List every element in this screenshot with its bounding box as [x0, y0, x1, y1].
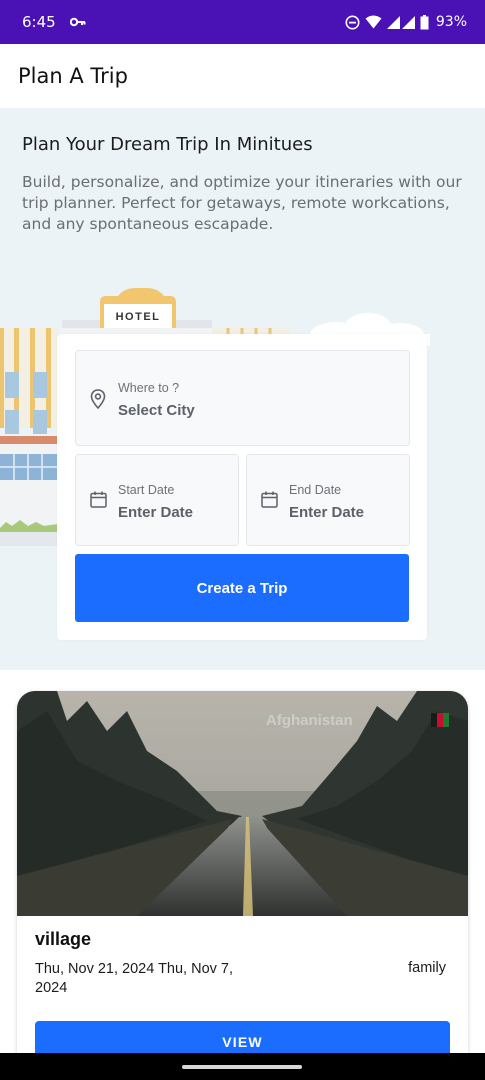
trip-country-label: Afghanistan: [266, 712, 353, 729]
trip-name: village: [35, 929, 92, 949]
create-trip-button[interactable]: Create a Trip: [75, 554, 409, 622]
home-gesture-handle[interactable]: [182, 1065, 302, 1069]
page-title: Plan A Trip: [18, 64, 128, 88]
city-field-label: Where to ?: [118, 381, 180, 395]
start-date-field[interactable]: Start Date Enter Date: [75, 454, 239, 546]
calendar-icon: [90, 491, 107, 513]
trip-cover-image: [17, 691, 468, 916]
hotel-sign-text: HOTEL: [116, 311, 161, 323]
trip-card[interactable]: Afghanistan village Thu, Nov 21, 2024 Th…: [17, 691, 468, 1080]
dnd-icon: [345, 15, 360, 30]
end-date-value: Enter Date: [289, 504, 365, 521]
status-time: 6:45: [22, 13, 56, 31]
battery-percent: 93%: [435, 14, 467, 30]
calendar-icon: [261, 491, 278, 513]
app-bar: Plan A Trip: [0, 44, 485, 108]
start-date-value: Enter Date: [118, 504, 194, 521]
city-field-value: Select City: [118, 402, 195, 419]
location-pin-icon: [90, 389, 106, 414]
hero-section: Plan Your Dream Trip In Minitues Build, …: [0, 108, 485, 670]
end-date-label: End Date: [289, 483, 342, 497]
start-date-label: Start Date: [118, 483, 175, 497]
key-icon: [69, 17, 86, 27]
trip-form-card: Where to ? Select City Start Date Enter …: [57, 334, 427, 640]
hero-description: Build, personalize, and optimize your it…: [22, 173, 462, 233]
afghanistan-flag-icon: [431, 713, 449, 727]
city-field[interactable]: Where to ? Select City: [75, 350, 410, 446]
hero-title: Plan Your Dream Trip In Minitues: [22, 134, 313, 155]
trip-dates: Thu, Nov 21, 2024 Thu, Nov 7, 2024: [35, 961, 234, 996]
system-nav-bar: [0, 1053, 485, 1080]
status-bar: 6:45 93%: [0, 0, 485, 44]
wifi-icon: [365, 15, 382, 29]
end-date-field[interactable]: End Date Enter Date: [246, 454, 410, 546]
battery-icon: [420, 14, 429, 30]
signal-icon: [386, 15, 415, 29]
trip-type: family: [408, 960, 446, 976]
